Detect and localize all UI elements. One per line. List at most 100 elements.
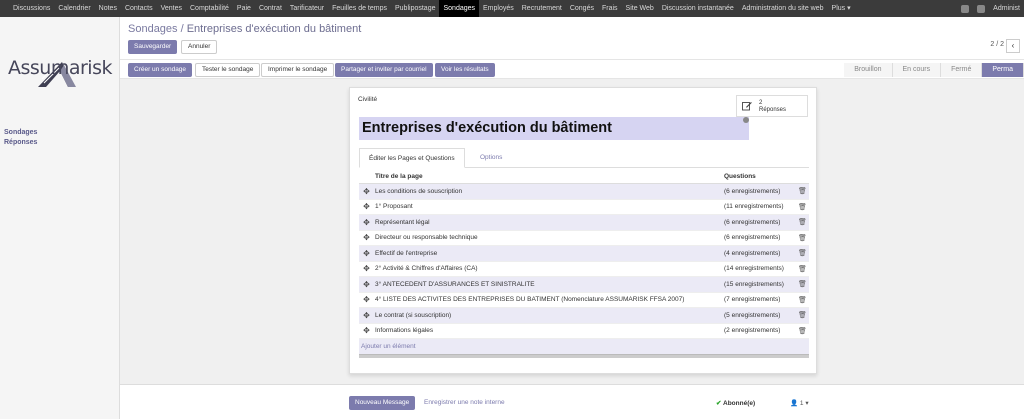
row-title: Le contrat (si souscription) [375,311,452,319]
row-questions: (14 enregistrements) [724,265,784,273]
nav-employes[interactable]: Employés [479,0,518,17]
action-toolbar: Créer un sondage Tester le sondage Impri… [120,59,1024,79]
translate-icon[interactable] [743,117,749,123]
drag-handle-icon[interactable]: ✥ [359,311,374,320]
pager-prev-button[interactable]: ‹ [1006,39,1020,53]
status-closed[interactable]: Fermé [941,63,983,77]
nav-comptabilite[interactable]: Comptabilité [186,0,233,17]
log-note-link[interactable]: Enregistrer une note interne [424,399,505,406]
trash-icon[interactable]: 🗑 [796,265,809,273]
trash-icon[interactable]: 🗑 [796,218,809,226]
drag-handle-icon[interactable]: ✥ [359,264,374,273]
check-icon: ✔ [716,400,724,407]
sidebar-item-sondages[interactable]: Sondages [4,128,37,138]
share-invite-button[interactable]: Partager et inviter par courriel [335,63,433,77]
breadcrumb-current: Entreprises d'exécution du bâtiment [186,23,362,35]
sidebar-item-reponses[interactable]: Réponses [4,138,37,148]
row-title: 2° Activité & Chiffres d'Affaires (CA) [375,265,478,273]
trash-icon[interactable]: 🗑 [796,311,809,319]
nav-sondages[interactable]: Sondages [439,0,480,17]
create-survey-button[interactable]: Créer un sondage [128,63,193,77]
sidebar-menu: Sondages Réponses [4,128,37,148]
add-line-link[interactable]: Ajouter un élément [359,339,809,354]
row-title: 4° LISTE DES ACTIVITES DES ENTREPRISES D… [375,296,685,304]
answers-stat-button[interactable]: 2 Réponses [736,95,808,117]
drag-handle-icon[interactable]: ✥ [359,218,374,227]
nav-recrutement[interactable]: Recrutement [518,0,566,17]
globe-icon[interactable] [961,4,970,13]
table-row[interactable]: ✥ 1° Proposant (11 enregistrements) 🗑 [359,200,809,215]
test-survey-button[interactable]: Tester le sondage [195,63,261,77]
nav-contacts[interactable]: Contacts [121,0,157,17]
user-icon: 👤 [790,400,799,407]
table-header: Titre de la page Questions [359,170,809,184]
nav-admin-site-web[interactable]: Administration du site web [738,0,828,17]
followers-button[interactable]: 👤 1 ▾ [790,399,809,407]
tab-options[interactable]: Options [471,148,511,168]
print-survey-button[interactable]: Imprimer le sondage [261,63,335,77]
chat-icon[interactable] [977,4,986,13]
nav-conges[interactable]: Congés [566,0,598,17]
drag-handle-icon[interactable]: ✥ [359,202,374,211]
view-results-button[interactable]: Voir les résultats [435,63,495,77]
navbar-right: Administ [961,0,1024,17]
nav-discussions[interactable]: Discussions [9,0,54,17]
nav-tarificateur[interactable]: Tarificateur [286,0,328,17]
user-menu[interactable]: Administ [993,5,1020,12]
table-footer [359,354,809,358]
table-row[interactable]: ✥ 3° ANTECEDENT D'ASSURANCES ET SINISTRA… [359,277,809,293]
trash-icon[interactable]: 🗑 [796,187,809,195]
row-questions: (6 enregistrements) [724,234,781,242]
nav-notes[interactable]: Notes [95,0,121,17]
nav-site-web[interactable]: Site Web [622,0,658,17]
trash-icon[interactable]: 🗑 [796,234,809,242]
table-row[interactable]: ✥ 2° Activité & Chiffres d'Affaires (CA)… [359,262,809,277]
drag-handle-icon[interactable]: ✥ [359,233,374,242]
nav-feuilles-de-temps[interactable]: Feuilles de temps [328,0,391,17]
table-row[interactable]: ✥ Représentant légal (6 enregistrements)… [359,215,809,231]
trash-icon[interactable]: 🗑 [796,280,809,288]
nav-publipostage[interactable]: Publipostage [391,0,439,17]
drag-handle-icon[interactable]: ✥ [359,187,374,196]
new-message-button[interactable]: Nouveau Message [349,396,416,410]
table-row[interactable]: ✥ 4° LISTE DES ACTIVITES DES ENTREPRISES… [359,293,809,308]
breadcrumb-root[interactable]: Sondages [128,23,178,35]
table-row[interactable]: ✥ Effectif de l'entreprise (4 enregistre… [359,246,809,262]
trash-icon[interactable]: 🗑 [796,203,809,211]
discard-button[interactable]: Annuler [181,40,218,54]
follow-button[interactable]: ✔ Abonné(e) [716,399,755,407]
drag-handle-icon[interactable]: ✥ [359,249,374,258]
table-row[interactable]: ✥ Les conditions de souscription (6 enre… [359,184,809,200]
table-row[interactable]: ✥ Informations légales (2 enregistrement… [359,324,809,339]
row-questions: (11 enregistrements) [724,203,784,211]
status-in-progress[interactable]: En cours [892,63,942,77]
header-questions[interactable]: Questions [724,170,796,183]
save-button[interactable]: Sauvegarder [128,40,178,54]
nav-paie[interactable]: Paie [233,0,255,17]
drag-handle-icon[interactable]: ✥ [359,326,374,335]
status-permanent[interactable]: Perma [982,63,1024,77]
trash-icon[interactable]: 🗑 [796,249,809,257]
nav-ventes[interactable]: Ventes [157,0,186,17]
breadcrumb: Sondages / Entreprises d'exécution du bâ… [128,23,361,35]
trash-icon[interactable]: 🗑 [796,327,809,335]
table-row[interactable]: ✥ Le contrat (si souscription) (5 enregi… [359,308,809,324]
notebook-tabs: Éditer les Pages et Questions Options [359,148,809,168]
nav-calendrier[interactable]: Calendrier [54,0,94,17]
trash-icon[interactable]: 🗑 [796,296,809,304]
row-questions: (5 enregistrements) [724,311,781,319]
nav-discussion-instantanee[interactable]: Discussion instantanée [658,0,738,17]
row-questions: (4 enregistrements) [724,249,781,257]
status-draft[interactable]: Brouillon [844,63,893,77]
breadcrumb-separator: / [177,23,187,35]
nav-frais[interactable]: Frais [598,0,622,17]
nav-plus-menu[interactable]: Plus ▾ [828,0,855,17]
tab-edit-pages[interactable]: Éditer les Pages et Questions [359,148,465,168]
table-row[interactable]: ✥ Directeur ou responsable technique (6 … [359,231,809,246]
survey-title-input[interactable]: Entreprises d'exécution du bâtiment [359,117,749,140]
drag-handle-icon[interactable]: ✥ [359,295,374,304]
header-page-title[interactable]: Titre de la page [374,170,724,183]
row-title: Représentant légal [375,218,430,226]
nav-contrat[interactable]: Contrat [255,0,286,17]
drag-handle-icon[interactable]: ✥ [359,280,374,289]
